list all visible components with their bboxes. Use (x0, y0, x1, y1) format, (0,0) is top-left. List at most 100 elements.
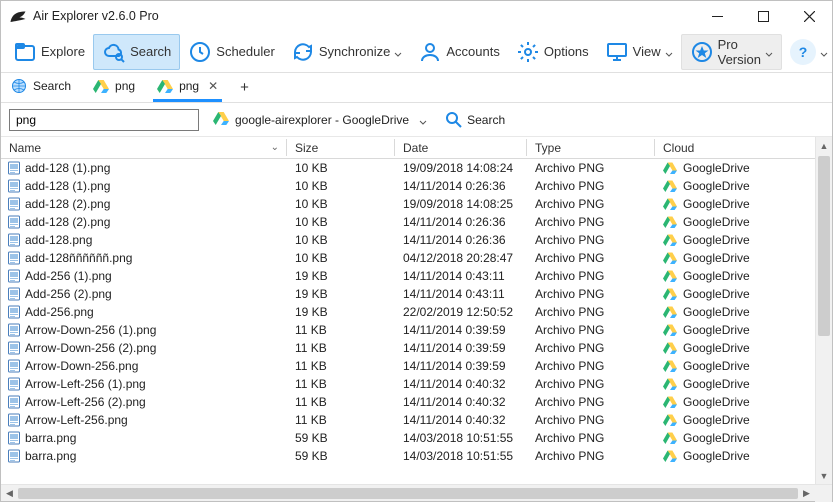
table-row[interactable]: add-128.png10 KB14/11/2014 0:26:36Archiv… (1, 231, 815, 249)
google-drive-icon (663, 197, 677, 211)
scheduler-button[interactable]: Scheduler (180, 34, 283, 70)
vertical-scrollbar[interactable]: ▲ ▼ (815, 137, 832, 484)
cloud-name: GoogleDrive (683, 287, 750, 301)
table-row[interactable]: Arrow-Left-256.png11 KB14/11/2014 0:40:3… (1, 411, 815, 429)
scrollbar-thumb[interactable] (818, 156, 830, 336)
file-date: 14/11/2014 0:39:59 (395, 359, 527, 373)
file-name: add-128 (1).png (25, 161, 110, 175)
image-file-icon (7, 395, 21, 409)
table-row[interactable]: add-128 (2).png10 KB19/09/2018 14:08:25A… (1, 195, 815, 213)
scheduler-icon (188, 40, 212, 64)
col-size[interactable]: Size (287, 137, 395, 158)
google-drive-icon (663, 215, 677, 229)
accounts-button[interactable]: Accounts (410, 34, 507, 70)
window-title: Air Explorer v2.6.0 Pro (33, 9, 159, 23)
scroll-up-icon[interactable]: ▲ (816, 137, 832, 154)
table-row[interactable]: Arrow-Down-256 (2).png11 KB14/11/2014 0:… (1, 339, 815, 357)
table-row[interactable]: add-128ññññññ.png10 KB04/12/2018 20:28:4… (1, 249, 815, 267)
file-date: 14/11/2014 0:43:11 (395, 287, 527, 301)
close-button[interactable] (786, 1, 832, 31)
file-type: Archivo PNG (527, 323, 655, 337)
image-file-icon (7, 287, 21, 301)
file-name: barra.png (25, 449, 76, 463)
pro-version-button[interactable]: Pro Version (681, 34, 782, 70)
google-drive-icon (213, 110, 229, 129)
window-controls (694, 1, 832, 31)
run-search-button[interactable]: Search (441, 107, 509, 133)
file-date: 14/03/2018 10:51:55 (395, 431, 527, 445)
tab-strip: Search png png ✕ + (1, 73, 832, 103)
help-button[interactable]: ? (782, 34, 833, 70)
column-headers: Name⌄ Size Date Type Cloud (1, 137, 815, 159)
google-drive-icon (663, 377, 677, 391)
table-row[interactable]: Add-256 (2).png19 KB14/11/2014 0:43:11Ar… (1, 285, 815, 303)
scroll-down-icon[interactable]: ▼ (816, 467, 832, 484)
cloud-name: GoogleDrive (683, 161, 750, 175)
cloud-name: GoogleDrive (683, 431, 750, 445)
file-type: Archivo PNG (527, 215, 655, 229)
tab-png-2[interactable]: png ✕ (153, 73, 222, 102)
cloud-name: GoogleDrive (683, 197, 750, 211)
search-button[interactable]: Search (93, 34, 180, 70)
table-row[interactable]: add-128 (1).png10 KB14/11/2014 0:26:36Ar… (1, 177, 815, 195)
table-row[interactable]: Arrow-Left-256 (1).png11 KB14/11/2014 0:… (1, 375, 815, 393)
file-date: 14/11/2014 0:43:11 (395, 269, 527, 283)
table-row[interactable]: add-128 (1).png10 KB19/09/2018 14:08:24A… (1, 159, 815, 177)
file-type: Archivo PNG (527, 377, 655, 391)
table-row[interactable]: barra.png59 KB14/03/2018 10:51:55Archivo… (1, 429, 815, 447)
cloud-name: GoogleDrive (683, 413, 750, 427)
close-icon[interactable]: ✕ (205, 79, 218, 93)
maximize-button[interactable] (740, 1, 786, 31)
file-size: 10 KB (287, 233, 395, 247)
explore-button[interactable]: Explore (5, 34, 93, 70)
file-date: 22/02/2019 12:50:52 (395, 305, 527, 319)
google-drive-icon (663, 341, 677, 355)
synchronize-button[interactable]: Synchronize (283, 34, 411, 70)
table-row[interactable]: Add-256 (1).png19 KB14/11/2014 0:43:11Ar… (1, 267, 815, 285)
table-row[interactable]: Arrow-Left-256 (2).png11 KB14/11/2014 0:… (1, 393, 815, 411)
tab-search[interactable]: Search (7, 73, 75, 102)
image-file-icon (7, 431, 21, 445)
file-date: 14/11/2014 0:40:32 (395, 377, 527, 391)
image-file-icon (7, 341, 21, 355)
view-button[interactable]: View (597, 34, 681, 70)
file-rows: add-128 (1).png10 KB19/09/2018 14:08:24A… (1, 159, 815, 484)
file-name: Arrow-Down-256.png (25, 359, 138, 373)
image-file-icon (7, 215, 21, 229)
table-row[interactable]: Arrow-Down-256 (1).png11 KB14/11/2014 0:… (1, 321, 815, 339)
file-type: Archivo PNG (527, 251, 655, 265)
location-dropdown[interactable]: google-airexplorer - GoogleDrive (209, 108, 431, 131)
scroll-right-icon[interactable]: ▶ (798, 485, 815, 501)
file-date: 14/03/2018 10:51:55 (395, 449, 527, 463)
col-cloud[interactable]: Cloud (655, 137, 815, 158)
scrollbar-thumb[interactable] (18, 488, 798, 499)
file-name: Add-256 (1).png (25, 269, 112, 283)
cloud-name: GoogleDrive (683, 233, 750, 247)
file-type: Archivo PNG (527, 341, 655, 355)
table-row[interactable]: Add-256.png19 KB22/02/2019 12:50:52Archi… (1, 303, 815, 321)
search-input[interactable] (9, 109, 199, 131)
col-date[interactable]: Date (395, 137, 527, 158)
table-row[interactable]: barra.png59 KB14/03/2018 10:51:55Archivo… (1, 447, 815, 465)
chevron-down-icon (665, 48, 673, 56)
minimize-button[interactable] (694, 1, 740, 31)
file-size: 10 KB (287, 161, 395, 175)
horizontal-scrollbar[interactable]: ◀ ▶ (1, 484, 832, 501)
file-name: add-128 (1).png (25, 179, 110, 193)
globe-icon (11, 78, 27, 94)
app-window: Air Explorer v2.6.0 Pro Explore Search S… (0, 0, 833, 502)
google-drive-icon (157, 78, 173, 94)
tab-png-1[interactable]: png (89, 73, 139, 102)
col-name[interactable]: Name⌄ (1, 137, 287, 158)
col-type[interactable]: Type (527, 137, 655, 158)
new-tab-button[interactable]: + (236, 79, 253, 96)
cloud-name: GoogleDrive (683, 395, 750, 409)
file-size: 11 KB (287, 341, 395, 355)
scroll-left-icon[interactable]: ◀ (1, 485, 18, 501)
image-file-icon (7, 449, 21, 463)
google-drive-icon (93, 78, 109, 94)
table-row[interactable]: add-128 (2).png10 KB14/11/2014 0:26:36Ar… (1, 213, 815, 231)
options-button[interactable]: Options (508, 34, 597, 70)
table-row[interactable]: Arrow-Down-256.png11 KB14/11/2014 0:39:5… (1, 357, 815, 375)
google-drive-icon (663, 323, 677, 337)
